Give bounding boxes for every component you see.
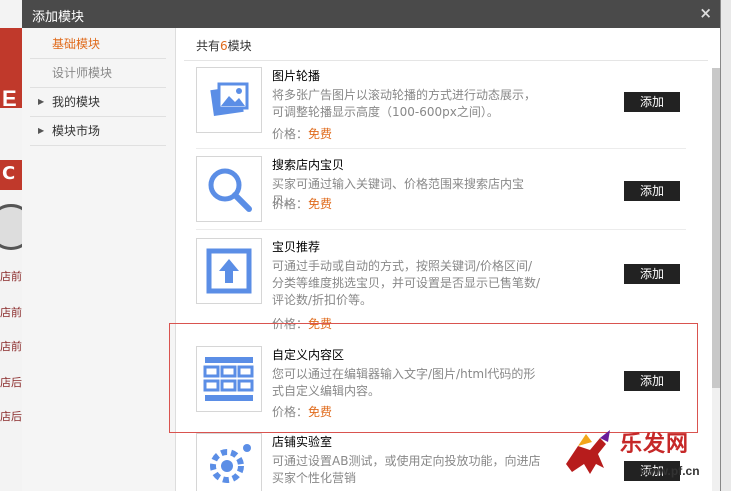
count-suffix: 模块 bbox=[227, 39, 252, 53]
caret-right-icon: ▶ bbox=[38, 97, 45, 106]
count-value: 6 bbox=[220, 39, 228, 53]
sidebar-item-my-modules[interactable]: ▶ 我的模块 bbox=[30, 88, 166, 117]
module-name: 宝贝推荐 bbox=[272, 240, 321, 254]
background-clock-icon bbox=[0, 204, 22, 250]
site-watermark: 乐发网 www.pf.cn bbox=[560, 420, 730, 490]
dialog-titlebar: 添加模块 × bbox=[22, 0, 720, 28]
module-item: 图片轮播 将多张广告图片以滚动轮播的方式进行动态展示，可调整轮播显示高度（100… bbox=[196, 67, 686, 147]
caret-right-icon: ▶ bbox=[38, 126, 45, 135]
sidebar-item-label: 设计师模块 bbox=[52, 66, 113, 80]
upload-arrow-icon bbox=[196, 238, 262, 304]
sidebar-item-module-market[interactable]: ▶ 模块市场 bbox=[30, 117, 166, 146]
background-text: 店后 bbox=[0, 410, 22, 423]
background-banner: C bbox=[0, 160, 22, 190]
module-price: 价格：免费 bbox=[272, 195, 332, 212]
price-label: 价格： bbox=[272, 127, 309, 141]
price-label: 价格： bbox=[272, 197, 309, 211]
background-text: 店前 bbox=[0, 270, 22, 283]
background-text: 店后 bbox=[0, 376, 22, 389]
sidebar-item-designer-modules[interactable]: 设计师模块 bbox=[30, 59, 166, 88]
module-description: 可通过手动或自动的方式，按照关键词/价格区间/分类等维度挑选宝贝，并可设置是否显… bbox=[272, 259, 541, 307]
module-description: 可通过设置AB测试，或使用定向投放功能，向进店买家个性化营销 bbox=[272, 454, 541, 485]
background-text: 店前 bbox=[0, 306, 22, 319]
add-button[interactable]: 添加 bbox=[624, 181, 680, 201]
price-value: 免费 bbox=[308, 197, 333, 211]
count-prefix: 共有 bbox=[196, 39, 221, 53]
divider bbox=[196, 229, 686, 230]
image-carousel-icon bbox=[196, 67, 262, 133]
background-page: E C 店前 店前 店前 店后 店后 bbox=[0, 0, 22, 491]
sidebar-item-label: 我的模块 bbox=[52, 95, 101, 109]
divider bbox=[196, 148, 686, 149]
module-name: 搜索店内宝贝 bbox=[272, 158, 345, 172]
background-text: 店前 bbox=[0, 340, 22, 353]
watermark-text: 乐发网 bbox=[620, 431, 690, 457]
sidebar-item-basic-modules[interactable]: 基础模块 bbox=[30, 30, 166, 59]
background-text: C bbox=[2, 163, 16, 184]
gear-lab-icon bbox=[196, 433, 262, 491]
module-name: 图片轮播 bbox=[272, 69, 321, 83]
background-banner: E bbox=[0, 28, 22, 111]
magnifier-icon bbox=[196, 156, 262, 222]
module-category-sidebar: 基础模块 设计师模块 ▶ 我的模块 ▶ 模块市场 bbox=[22, 28, 176, 491]
module-name: 店铺实验室 bbox=[272, 435, 333, 449]
add-button[interactable]: 添加 bbox=[624, 92, 680, 112]
module-count: 共有6模块 bbox=[196, 37, 252, 54]
scrollbar-thumb[interactable] bbox=[712, 68, 720, 388]
module-description: 将多张广告图片以滚动轮播的方式进行动态展示，可调整轮播显示高度（100-600p… bbox=[272, 88, 537, 119]
watermark-url: www.pf.cn bbox=[640, 464, 700, 478]
module-price: 价格：免费 bbox=[272, 125, 332, 142]
background-text: E bbox=[2, 86, 17, 111]
highlight-box bbox=[169, 323, 698, 433]
sidebar-item-label: 模块市场 bbox=[52, 124, 101, 138]
price-value: 免费 bbox=[308, 127, 333, 141]
sidebar-item-label: 基础模块 bbox=[52, 37, 101, 51]
module-item: 搜索店内宝贝 买家可通过输入关键词、价格范围来搜索店内宝贝。 价格：免费 添加 bbox=[196, 156, 686, 228]
module-item: 宝贝推荐 可通过手动或自动的方式，按照关键词/价格区间/分类等维度挑选宝贝，并可… bbox=[196, 238, 686, 333]
divider bbox=[184, 60, 708, 61]
close-icon[interactable]: × bbox=[699, 4, 712, 22]
dialog-title: 添加模块 bbox=[32, 10, 85, 25]
add-button[interactable]: 添加 bbox=[624, 264, 680, 284]
